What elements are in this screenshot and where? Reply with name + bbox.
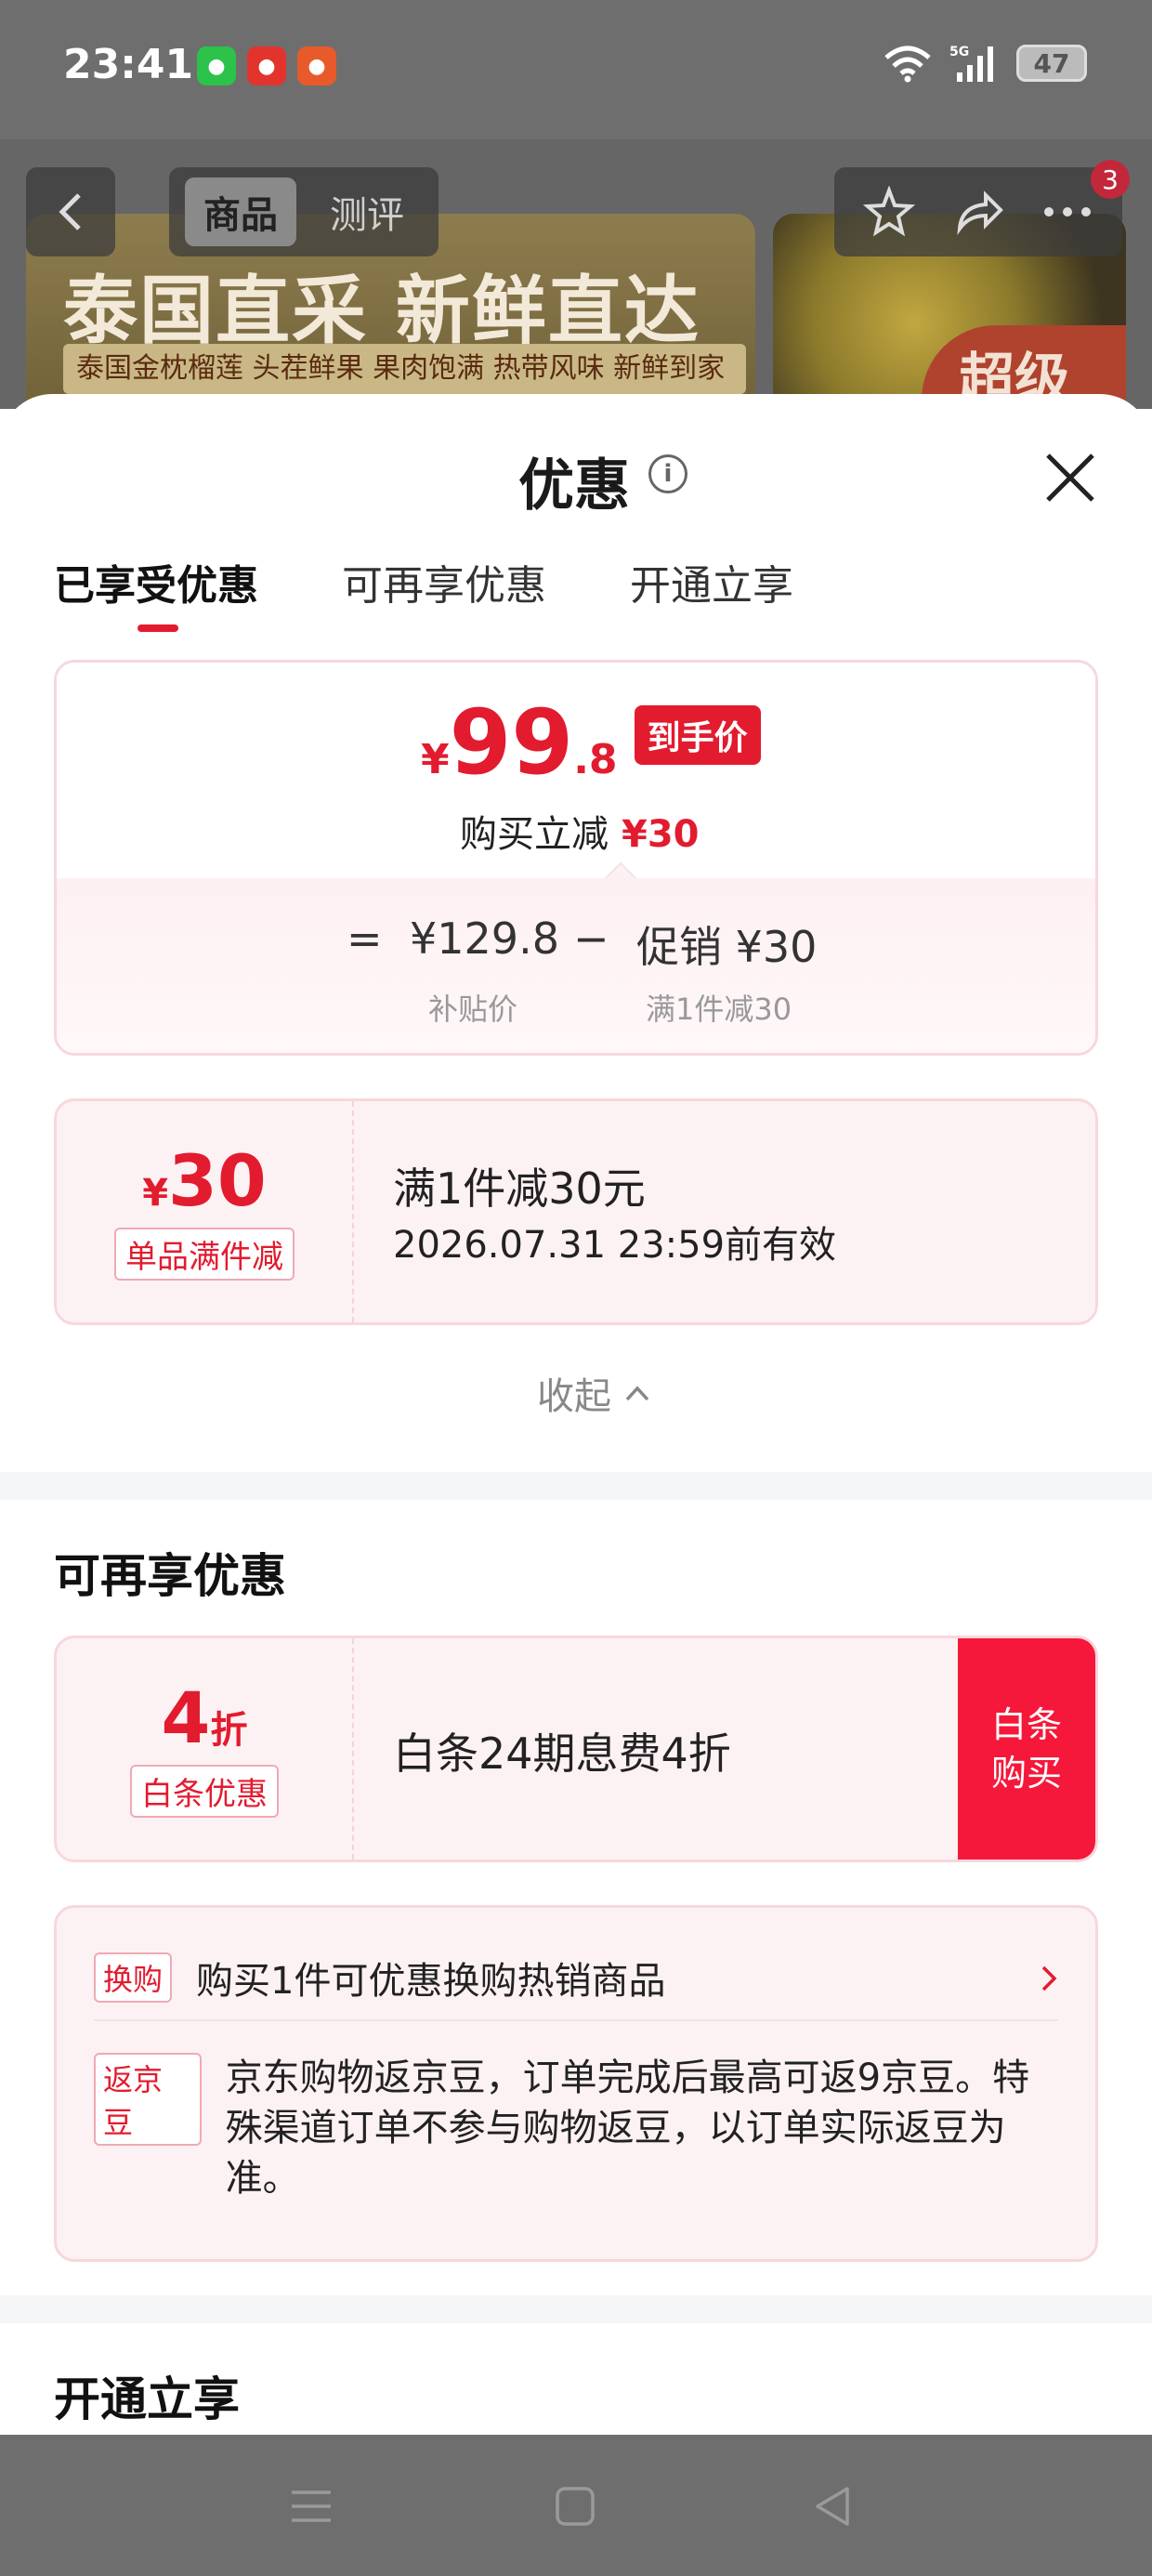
promo-amount: 促销 ¥30 [636, 922, 818, 972]
baitiao-amount: 4 折 [161, 1676, 248, 1759]
battery-level: 47 [1033, 47, 1070, 79]
buy-button-line2: 购买 [990, 1753, 1062, 1794]
baitiao-unit: 折 [210, 1708, 248, 1752]
instant-reduction: 购买立减 ¥30 [460, 804, 700, 858]
baitiao-value: 4 折 白条优惠 [57, 1638, 354, 1860]
baitiao-label: 白条优惠 [130, 1764, 279, 1818]
segment-review[interactable]: 测评 [311, 177, 423, 246]
base-price-label: 补贴价 [428, 992, 518, 1027]
more-discounts-title: 可再享优惠 [54, 1549, 286, 1603]
promo-condition: 满1件减30 [646, 992, 792, 1027]
baitiao-title: 白条24期息费4折 [393, 1728, 731, 1779]
baitiao-number: 4 [161, 1676, 211, 1759]
app-icon-orange: ● [297, 46, 336, 85]
price-formula: = ¥129.8 − 促销 ¥30 补贴价 满1件减30 [57, 878, 1095, 1053]
jingdou-tag: 返京豆 [94, 2053, 202, 2146]
app-icon-red: ● [247, 46, 286, 85]
share-icon[interactable] [952, 186, 1004, 238]
cellular-signal-icon: 5G [949, 45, 993, 82]
status-time: 23:41 [63, 41, 194, 88]
base-price: ¥129.8 [410, 913, 559, 964]
minus-sign: − [573, 913, 609, 964]
wechat-icon: ● [197, 46, 236, 85]
menu-icon[interactable] [288, 2483, 334, 2530]
trade-in-row[interactable]: 换购 购买1件可优惠换购热销商品 [94, 1936, 1058, 2021]
banner-subtitle: 泰国金枕榴莲 头茬鲜果 果肉饱满 热带风味 新鲜到家 [63, 344, 746, 394]
jingdou-text: 京东购物返京豆，订单完成后最高可返9京豆。特殊渠道订单不参与购物返豆，以订单实际… [225, 2057, 1030, 2200]
battery-icon: 47 [1016, 45, 1087, 82]
currency-symbol: ¥ [421, 736, 450, 783]
sheet-header: 优惠 i [0, 394, 1152, 519]
final-price-area: ¥ 99 .8 到手价 购买立减 ¥30 [57, 663, 1095, 876]
segment-control: 商品 测评 [169, 167, 439, 256]
trade-in-text: 购买1件可优惠换购热销商品 [196, 1960, 666, 2003]
system-nav-bar [0, 2435, 1152, 2576]
coupon-value: ¥ 30 单品满件减 [57, 1101, 354, 1322]
chevron-up-icon [625, 1386, 649, 1401]
home-icon[interactable] [552, 2483, 598, 2530]
price-breakdown-card: ¥ 99 .8 到手价 购买立减 ¥30 = ¥129.8 − 促销 ¥30 补贴… [54, 660, 1098, 1056]
back-nav-icon[interactable] [810, 2483, 857, 2530]
coupon-type-label: 单品满件减 [114, 1227, 295, 1281]
trade-in-tag: 换购 [94, 1952, 173, 2003]
info-icon[interactable]: i [648, 454, 687, 493]
reduce-amount: ¥30 [622, 813, 700, 856]
star-icon[interactable] [863, 186, 915, 238]
close-icon[interactable] [1041, 448, 1100, 507]
coupon-amount: ¥ 30 [142, 1138, 267, 1222]
notification-badge: 3 [1091, 160, 1130, 199]
discount-tabs: 已享受优惠 可再享优惠 开通立享 [54, 552, 793, 632]
more-icon[interactable] [1041, 203, 1093, 221]
status-bar: 23:41 ● ● ● 5G 47 [0, 0, 1152, 139]
applied-coupon-card: ¥ 30 单品满件减 满1件减30元 2026.07.31 23:59前有效 [54, 1098, 1098, 1325]
tab-open-now[interactable]: 开通立享 [630, 552, 793, 632]
price-decimal: .8 [573, 736, 618, 783]
final-price: ¥ 99 .8 到手价 [421, 698, 761, 787]
segment-product[interactable]: 商品 [185, 177, 296, 246]
coupon-currency: ¥ [142, 1171, 169, 1215]
banner-title: 泰国直采 新鲜直达 [63, 268, 700, 354]
section-divider-2 [0, 2295, 1152, 2323]
baitiao-buy-button[interactable]: 白条 购买 [958, 1638, 1095, 1860]
open-now-title: 开通立享 [54, 2372, 240, 2426]
equals-sign: = [347, 913, 383, 964]
sheet-title: 优惠 [518, 453, 630, 519]
coupon-title: 满1件减30元 [393, 1163, 646, 1214]
jingdou-row: 返京豆 京东购物返京豆，订单完成后最高可返9京豆。特殊渠道订单不参与购物返豆，以… [94, 2053, 1058, 2203]
collapse-label: 收起 [537, 1375, 611, 1418]
buy-button-line1: 白条 [990, 1704, 1062, 1745]
product-page-background: 泰国直采 新鲜直达 泰国金枕榴莲 头茬鲜果 果肉饱满 热带风味 新鲜到家 超级 … [0, 139, 1152, 409]
reduce-label: 购买立减 [460, 813, 609, 856]
network-label: 5G [949, 45, 969, 59]
baitiao-coupon-card: 4 折 白条优惠 白条24期息费4折 白条 购买 [54, 1636, 1098, 1862]
price-integer: 99 [449, 690, 574, 795]
discount-sheet: 优惠 i 已享受优惠 可再享优惠 开通立享 ¥ 99 .8 到手价 购买立减 ¥3… [0, 394, 1152, 2435]
collapse-button[interactable]: 收起 [537, 1366, 650, 1420]
header-tools [834, 167, 1122, 256]
wifi-icon [884, 46, 931, 83]
section-divider [0, 1472, 1152, 1500]
chevron-right-icon [1041, 1965, 1057, 1991]
final-price-tag: 到手价 [634, 705, 761, 765]
tab-enjoyed[interactable]: 已享受优惠 [54, 552, 258, 632]
extra-promos-card: 换购 购买1件可优惠换购热销商品 返京豆 京东购物返京豆，订单完成后最高可返9京… [54, 1905, 1098, 2262]
back-button[interactable] [26, 167, 115, 256]
chevron-left-icon [59, 193, 81, 230]
coupon-validity: 2026.07.31 23:59前有效 [393, 1224, 837, 1267]
coupon-number: 30 [168, 1138, 267, 1222]
tab-more-available[interactable]: 可再享优惠 [342, 552, 546, 632]
